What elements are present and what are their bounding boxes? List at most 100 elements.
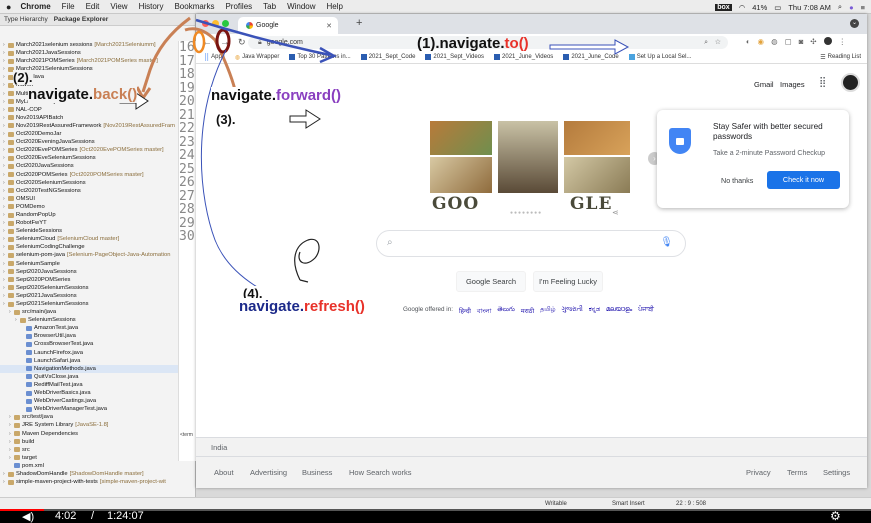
editor-console-tab[interactable]: <term [180,432,193,438]
gmail-link[interactable]: Gmail [754,80,774,89]
language-link[interactable]: मराठी [521,306,534,317]
menu-help[interactable]: Help [327,2,343,11]
menu-view[interactable]: View [110,2,127,11]
tree-item[interactable]: › Nov2019RestAssuredFramework [Nov2019Rest… [0,122,178,130]
tree-item[interactable]: CrossBrowserTest.java [0,340,178,348]
language-link[interactable]: ಕನ್ನಡ [589,306,600,317]
tree-item[interactable]: › Sept2020JavaSessions [0,268,178,276]
share-icon[interactable]: ⋖ [612,208,619,217]
camera-icon[interactable]: ◙ [799,37,804,46]
menubar-clock[interactable]: Thu 7:08 AM [788,3,831,12]
menu-file[interactable]: File [62,2,75,11]
profile-avatar-icon[interactable] [823,37,832,45]
forward-icon[interactable]: → [220,37,230,48]
language-link[interactable]: తెలుగు [497,306,514,317]
language-link[interactable]: தமிழ் [540,306,555,317]
extension-icon[interactable]: ▢ [785,37,792,46]
tree-item[interactable]: pom.xml [0,462,178,470]
tree-item[interactable]: BrowserUtil.java [0,332,178,340]
tree-item[interactable]: › JRE System Library [JavaSE-1.8] [0,421,178,429]
tree-item[interactable]: › ShadowDomHandle [ShadowDomHandle master] [0,470,178,478]
bookmark-apps[interactable]: ⣿ Apps [204,53,225,61]
feeling-lucky-button[interactable]: I'm Feeling Lucky [533,271,603,292]
spotlight-icon[interactable]: ⌕ [838,2,842,12]
chrome-menu-icon[interactable]: ⋮ [839,37,847,46]
account-avatar[interactable] [841,73,860,92]
puzzle-icon[interactable]: ✣ [810,37,816,46]
google-search-input[interactable]: ⌕ 🎙︎ [376,230,686,257]
battery-icon[interactable]: ▭ [774,3,781,12]
extension-icon[interactable]: ◉ [758,37,765,46]
tree-item[interactable]: › OMSUI [0,195,178,203]
no-thanks-button[interactable]: No thanks [721,176,753,185]
microphone-icon[interactable]: 🎙︎ [660,237,673,248]
tree-item[interactable]: › Sept2020POMSeries [0,276,178,284]
tree-item[interactable]: WebDriverBasics.java [0,389,178,397]
tree-item[interactable]: › Oct2020SeleniumSessions [0,179,178,187]
control-center-icon[interactable]: ≡ [861,3,865,12]
reload-icon[interactable]: ↻ [238,37,246,48]
maximize-window-icon[interactable] [222,20,229,27]
tree-item[interactable]: › Nov2019APIBatch [0,114,178,122]
images-link[interactable]: Images [780,80,805,89]
video-progress-bar[interactable] [0,509,871,511]
zoom-search-icon[interactable]: ⌕ [704,36,708,49]
tree-item[interactable]: NavigationMethods.java [0,364,178,373]
extension-icon[interactable]: ◍ [771,37,778,46]
menu-window[interactable]: Window [287,2,315,11]
tree-item[interactable]: › Sept2021JavaSessions [0,292,178,300]
tree-item[interactable]: LaunchSafari.java [0,357,178,365]
tree-item[interactable]: › src/main/java [0,308,178,316]
menu-edit[interactable]: Edit [86,2,100,11]
tree-item[interactable]: › Sept2020SeleniumSessions [0,284,178,292]
google-apps-icon[interactable]: ⣿ [819,77,826,88]
tree-item[interactable]: › POMDemo [0,203,178,211]
tree-item[interactable]: › RobotFwYT [0,219,178,227]
settings-gear-icon[interactable]: ⚙ [830,509,841,523]
tree-item[interactable]: › Oct2020POMSeries [Oct2020POMSeries maste… [0,171,178,179]
tab-search-icon[interactable]: ⌄ [850,19,859,28]
language-link[interactable]: ਪੰਜਾਬੀ [638,306,654,317]
bookmark-item[interactable]: 2021_Sept_Code [360,54,415,60]
minimize-window-icon[interactable] [212,20,219,27]
menu-bookmarks[interactable]: Bookmarks [174,2,214,11]
language-link[interactable]: বাংলা [477,306,492,317]
tree-item[interactable]: › src [0,446,178,454]
tree-item[interactable]: › SeleniumSample [0,260,178,268]
tree-item[interactable]: › Oct2020JavaSessions [0,162,178,170]
wifi-icon[interactable]: ◠ [739,3,746,12]
tab-type-hierarchy[interactable]: Type Hierarchy [4,16,48,23]
tree-item[interactable]: › SelenideSessions [0,227,178,235]
check-it-now-button[interactable]: Check it now [767,171,840,189]
tree-item[interactable]: › Oct2020EveningJavaSessions [0,138,178,146]
tree-item[interactable]: › target [0,454,178,462]
bookmark-item[interactable]: 2021_June_Code [563,54,619,60]
tab-package-explorer[interactable]: Package Explorer [54,16,109,23]
tree-item[interactable]: › SeleniumCodingChallenge [0,243,178,251]
bookmark-item[interactable]: Set Up a Local Sel... [628,54,691,60]
footer-advertising[interactable]: Advertising [250,468,287,477]
tree-item[interactable]: › Oct2020EvePOMSeries [Oct2020EvePOMSeries… [0,146,178,154]
tree-item[interactable]: RediffMailTest.java [0,381,178,389]
box-icon[interactable]: box [715,3,732,11]
tree-item[interactable]: QuitVsClose.java [0,373,178,381]
bookmark-star-icon[interactable]: ☆ [715,36,721,49]
extension-icon[interactable]: ◐ [746,37,751,46]
tree-item[interactable]: AmazonTest.java [0,324,178,332]
footer-business[interactable]: Business [302,468,332,477]
tree-item[interactable]: WebDriverManagerTest.java [0,405,178,413]
tree-item[interactable]: › build [0,438,178,446]
tree-item[interactable]: › selenium-pom-java [Selenium-PageObject-J… [0,251,178,259]
close-window-icon[interactable] [202,20,209,27]
tree-item[interactable]: › Oct2020EveSeleniumSessions [0,154,178,162]
reading-list[interactable]: ☰ Reading List [820,54,861,61]
tree-item[interactable]: LaunchFirefox.java [0,349,178,357]
footer-privacy[interactable]: Privacy [746,468,771,477]
apple-icon[interactable]: ● [6,2,11,12]
doodle-pagination[interactable]: ●●●●●●●● [510,210,542,216]
new-tab-icon[interactable]: + [356,17,362,29]
language-link[interactable]: മലയാളം [606,306,632,317]
menu-history[interactable]: History [139,2,164,11]
tree-item[interactable]: › March2021JavaSessions [0,49,178,57]
tree-item[interactable]: › Maven Dependencies [0,430,178,438]
